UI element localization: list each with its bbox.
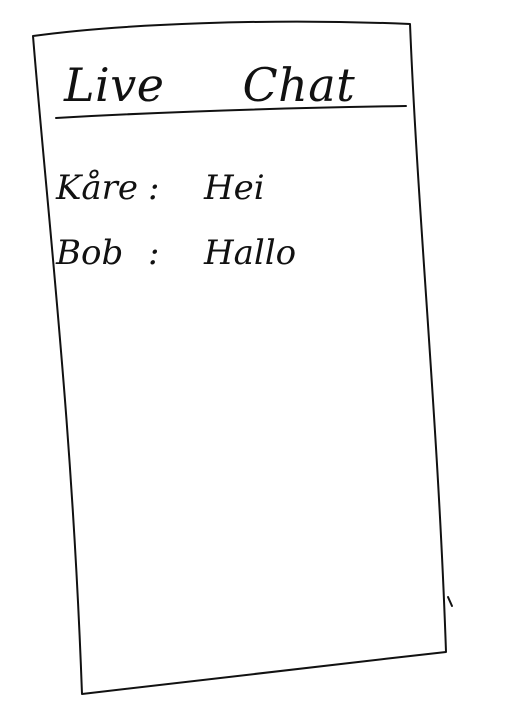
title-word-live: Live	[64, 58, 165, 112]
message-row: Kåre : Hei	[56, 168, 416, 208]
chat-window-frame	[32, 20, 447, 695]
message-text: Hei	[204, 168, 265, 208]
chat-title: Live Chat	[58, 46, 408, 108]
message-row: Bob : Hallo	[56, 233, 416, 274]
message-separator: :	[148, 233, 160, 274]
message-separator: :	[148, 168, 160, 208]
scrollbar-mark	[447, 596, 453, 607]
message-sender: Kåre	[56, 168, 139, 208]
message-list: Kåre : Hei Bob : Hallo	[56, 168, 416, 301]
message-text: Hallo	[204, 233, 297, 274]
title-word-chat: Chat	[242, 58, 356, 112]
message-sender: Bob	[56, 233, 124, 274]
